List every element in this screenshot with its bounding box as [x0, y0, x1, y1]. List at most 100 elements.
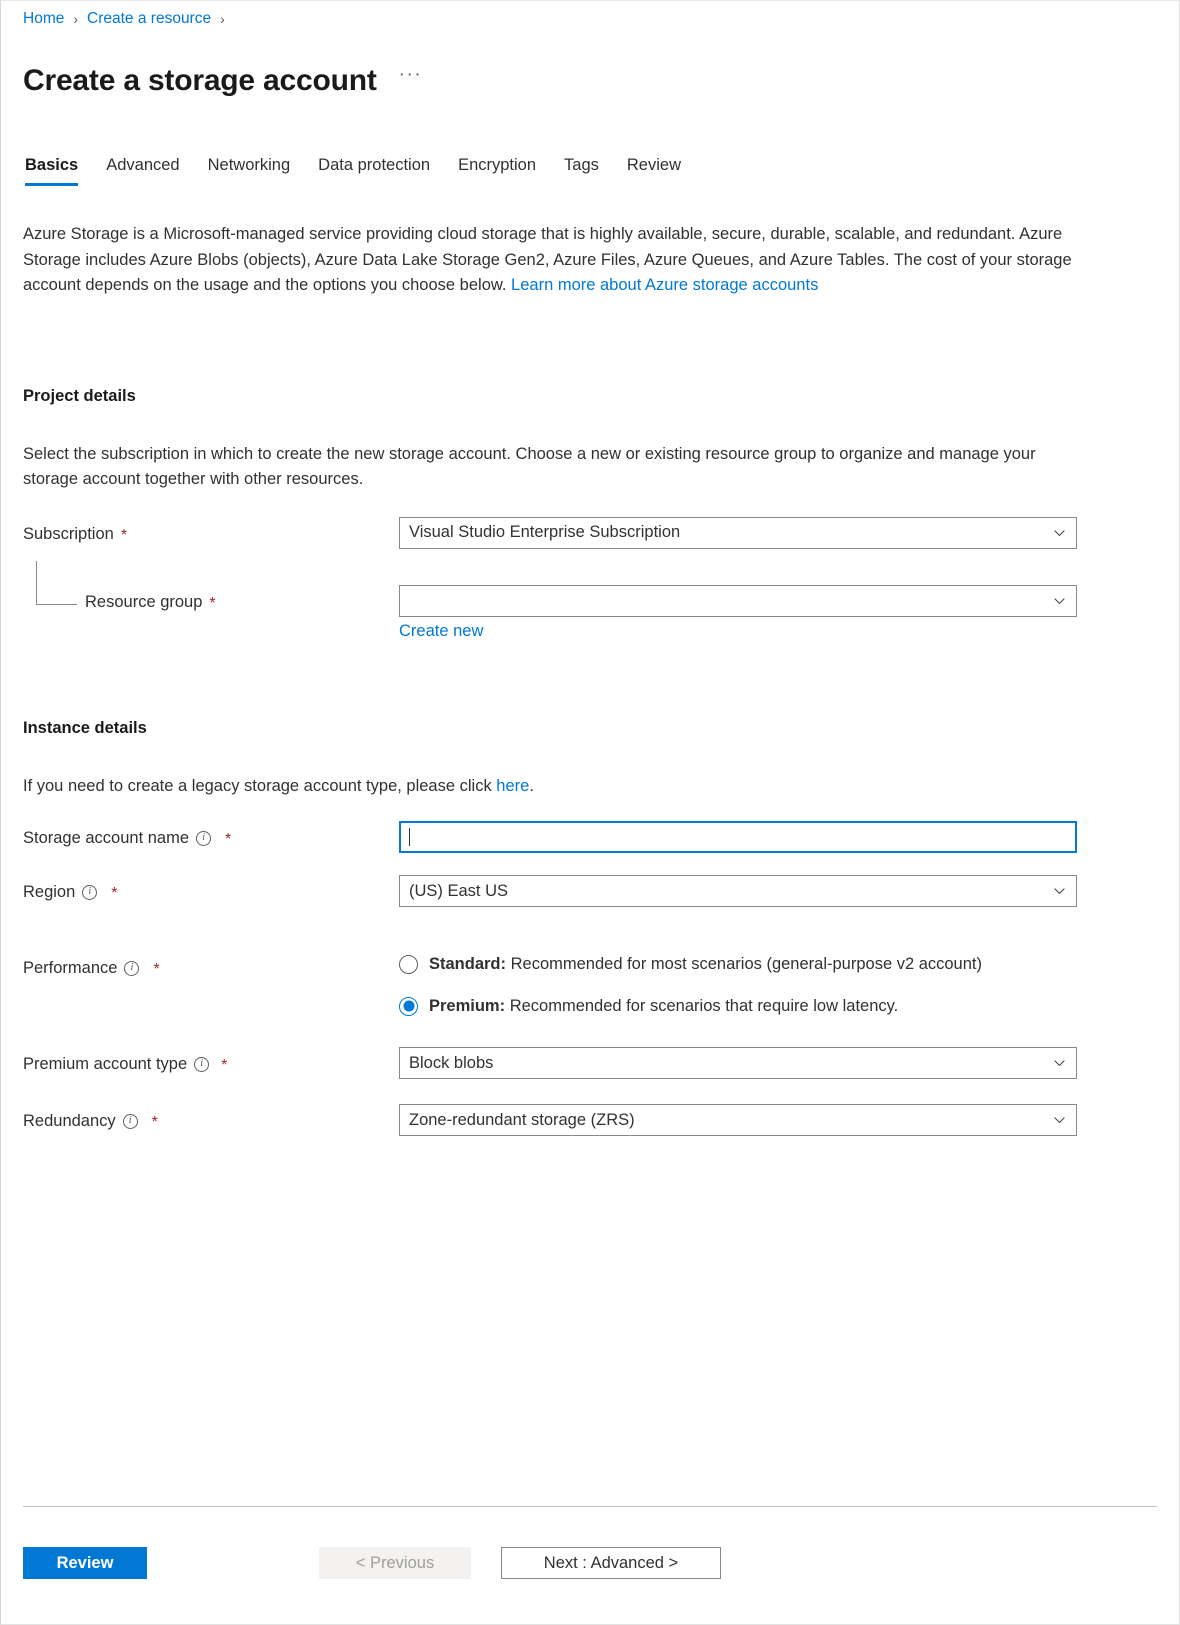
premium-account-type-required-marker: *	[221, 1057, 228, 1075]
tab-data-protection[interactable]: Data protection	[304, 154, 444, 186]
region-label: Region	[23, 883, 76, 902]
premium-account-type-label-cell: Premium account type i *	[23, 1047, 399, 1075]
storage-account-name-label: Storage account name	[23, 829, 190, 848]
breadcrumb: Home › Create a resource ›	[1, 1, 1179, 29]
subscription-select[interactable]: Visual Studio Enterprise Subscription	[399, 516, 1077, 549]
footer-divider	[23, 1506, 1157, 1507]
premium-account-type-select[interactable]: Block blobs	[399, 1047, 1077, 1080]
form-content: Azure Storage is a Microsoft-managed ser…	[1, 186, 1179, 1624]
info-icon[interactable]: i	[122, 1113, 138, 1129]
tab-tags[interactable]: Tags	[550, 154, 613, 186]
radio-icon	[399, 954, 418, 974]
chevron-down-icon	[1054, 529, 1065, 536]
resource-group-required-marker: *	[209, 594, 216, 612]
redundancy-select[interactable]: Zone-redundant storage (ZRS)	[399, 1104, 1077, 1137]
subscription-label-cell: Subscription *	[23, 517, 399, 545]
region-selected-value: (US) East US	[409, 881, 509, 900]
tab-advanced[interactable]: Advanced	[92, 154, 193, 186]
chevron-down-icon	[1054, 597, 1065, 604]
project-details-description: Select the subscription in which to crea…	[23, 444, 1036, 489]
redundancy-label: Redundancy	[23, 1112, 116, 1131]
redundancy-label-cell: Redundancy i *	[23, 1104, 399, 1132]
radio-icon-selected	[399, 996, 418, 1016]
create-new-resource-group-link[interactable]: Create new	[399, 622, 483, 641]
tab-basics[interactable]: Basics	[23, 154, 92, 187]
title-row: Create a storage account ···	[1, 29, 1179, 121]
subscription-required-marker: *	[120, 526, 128, 544]
info-icon[interactable]: i	[194, 1056, 210, 1072]
region-select[interactable]: (US) East US	[399, 875, 1077, 908]
subscription-label: Subscription	[23, 524, 114, 543]
learn-more-link[interactable]: Learn more about Azure storage accounts	[511, 276, 818, 294]
region-required-marker: *	[111, 885, 118, 903]
redundancy-required-marker: *	[151, 1114, 158, 1132]
footer-button-group: Review < Previous Next : Advanced >	[23, 1547, 721, 1579]
more-options-icon[interactable]: ···	[399, 64, 422, 86]
performance-label: Performance	[23, 959, 118, 978]
resource-group-select[interactable]	[399, 584, 1077, 617]
redundancy-field-cell: Zone-redundant storage (ZRS)	[399, 1104, 1077, 1137]
storage-account-name-row: Storage account name i *	[23, 821, 1157, 854]
project-details-heading: Project details	[23, 386, 136, 405]
info-icon[interactable]: i	[124, 960, 140, 976]
storage-account-name-field-cell	[399, 821, 1077, 854]
premium-account-type-selected-value: Block blobs	[409, 1053, 494, 1072]
region-row: Region i * (US) East US	[23, 875, 1157, 908]
breadcrumb-item-home[interactable]: Home	[23, 9, 64, 29]
premium-account-type-row: Premium account type i * Block blobs	[23, 1047, 1157, 1080]
subscription-row: Subscription * Visual Studio Enterprise …	[23, 516, 1157, 549]
performance-option-standard-title: Standard:	[429, 955, 507, 974]
chevron-down-icon	[1054, 1060, 1065, 1067]
redundancy-selected-value: Zone-redundant storage (ZRS)	[409, 1110, 635, 1129]
performance-radio-group: Standard: Recommended for most scenarios…	[399, 951, 1077, 1017]
breadcrumb-separator-icon: ›	[220, 11, 225, 27]
chevron-down-icon	[1054, 888, 1065, 895]
performance-row: Performance i * Standard: Recommended fo…	[23, 951, 1157, 1017]
tab-bar: Basics Advanced Networking Data protecti…	[1, 121, 1179, 187]
region-label-cell: Region i *	[23, 875, 399, 903]
performance-label-cell: Performance i *	[23, 951, 399, 979]
storage-account-name-input[interactable]	[399, 821, 1077, 854]
resource-group-row: Resource group * Create new	[23, 560, 1157, 641]
tab-encryption[interactable]: Encryption	[444, 154, 550, 186]
previous-button[interactable]: < Previous	[319, 1547, 471, 1579]
breadcrumb-item-create-a-resource[interactable]: Create a resource	[87, 9, 211, 29]
performance-option-premium[interactable]: Premium: Recommended for scenarios that …	[399, 995, 1077, 1017]
storage-account-name-label-cell: Storage account name i *	[23, 821, 399, 849]
subscription-field-cell: Visual Studio Enterprise Subscription	[399, 516, 1077, 549]
tab-networking[interactable]: Networking	[194, 154, 305, 186]
instance-details-heading: Instance details	[23, 718, 147, 737]
legacy-note: If you need to create a legacy storage a…	[23, 774, 1071, 800]
breadcrumb-separator-icon: ›	[73, 11, 79, 27]
next-advanced-button[interactable]: Next : Advanced >	[501, 1547, 721, 1579]
tab-review[interactable]: Review	[613, 154, 695, 186]
chevron-down-icon	[1054, 1117, 1065, 1124]
premium-account-type-field-cell: Block blobs	[399, 1047, 1077, 1080]
performance-option-standard[interactable]: Standard: Recommended for most scenarios…	[399, 953, 1077, 975]
performance-option-premium-label: Premium: Recommended for scenarios that …	[429, 995, 898, 1017]
redundancy-row: Redundancy i * Zone-redundant storage (Z…	[23, 1104, 1157, 1137]
premium-account-type-label: Premium account type	[23, 1055, 188, 1074]
subscription-selected-value: Visual Studio Enterprise Subscription	[409, 523, 681, 542]
performance-option-standard-label: Standard: Recommended for most scenarios…	[429, 953, 982, 975]
legacy-here-link[interactable]: here	[496, 777, 529, 795]
performance-option-premium-text: Recommended for scenarios that require l…	[505, 997, 899, 1016]
info-icon[interactable]: i	[196, 830, 212, 846]
region-field-cell: (US) East US	[399, 875, 1077, 908]
text-caret	[409, 828, 410, 847]
create-storage-account-blade: Home › Create a resource › Create a stor…	[0, 0, 1180, 1625]
blade-footer: Review < Previous Next : Advanced >	[1, 1506, 1179, 1624]
storage-account-name-required-marker: *	[225, 831, 232, 849]
legacy-note-suffix: .	[529, 776, 534, 795]
resource-group-label-cell: Resource group *	[23, 585, 399, 613]
resource-group-label: Resource group	[85, 592, 203, 611]
performance-option-standard-text: Recommended for most scenarios (general-…	[506, 955, 982, 974]
resource-group-field-cell: Create new	[399, 584, 1077, 641]
page-title: Create a storage account	[23, 64, 377, 98]
legacy-note-prefix: If you need to create a legacy storage a…	[23, 776, 497, 795]
performance-option-premium-title: Premium:	[429, 997, 506, 1016]
performance-required-marker: *	[153, 961, 160, 979]
intro-paragraph: Azure Storage is a Microsoft-managed ser…	[23, 222, 1075, 299]
info-icon[interactable]: i	[82, 884, 98, 900]
review-button[interactable]: Review	[23, 1547, 147, 1579]
